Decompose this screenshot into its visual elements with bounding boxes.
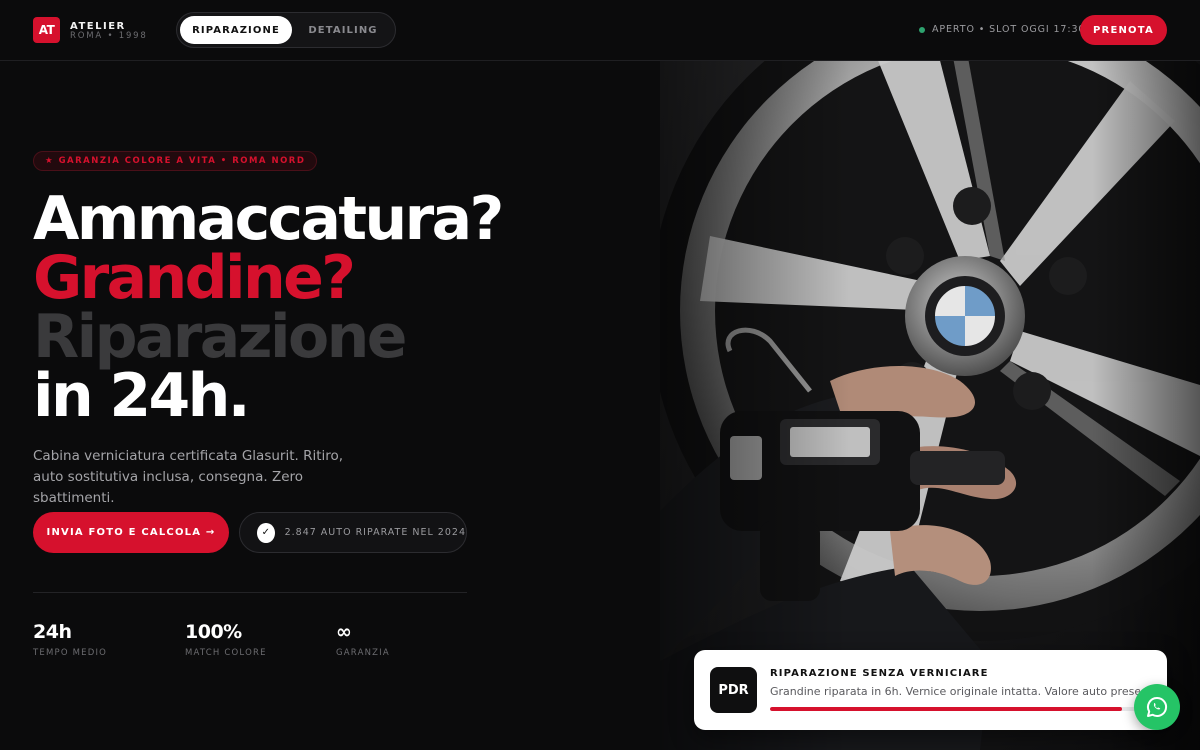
headline-line-4: in 24h. xyxy=(33,361,251,431)
brand-tagline: ROMA • 1998 xyxy=(70,31,148,41)
stat-match-colore: 100% MATCH COLORE xyxy=(185,620,267,658)
service-tabs: RIPARAZIONE DETAILING xyxy=(176,12,396,48)
stat-label: TEMPO MEDIO xyxy=(33,648,108,658)
card-title: RIPARAZIONE SENZA VERNICIARE xyxy=(770,668,989,679)
status-text: APERTO • SLOT OGGI 17:30 xyxy=(932,24,1086,35)
pdr-badge-icon: PDR xyxy=(710,667,757,713)
stat-tempo-medio: 24h TEMPO MEDIO xyxy=(33,620,107,658)
stats-divider xyxy=(33,592,467,593)
wheel-photo xyxy=(660,61,1200,750)
headline-line-3: Riparazione xyxy=(33,302,407,372)
card-progress-fill xyxy=(770,707,1122,711)
stat-label: MATCH COLORE xyxy=(185,648,267,658)
logo-mark[interactable]: AT xyxy=(33,17,60,43)
book-button[interactable]: PRENOTA xyxy=(1080,15,1167,45)
headline-line-2: Grandine? xyxy=(33,243,356,313)
opening-status: APERTO • SLOT OGGI 17:30 xyxy=(919,24,1085,35)
wheel-illustration xyxy=(660,61,1200,750)
headline-line-1: Ammaccatura? xyxy=(33,184,504,254)
check-icon: ✓ xyxy=(257,522,275,543)
pdr-info-card[interactable]: PDR RIPARAZIONE SENZA VERNICIARE Grandin… xyxy=(694,650,1167,730)
stat-label: GARANZIA xyxy=(336,648,390,658)
tab-riparazione[interactable]: RIPARAZIONE xyxy=(180,16,292,44)
stat-value: ∞ xyxy=(336,621,352,643)
chat-bubble-icon xyxy=(1147,696,1168,717)
whatsapp-icon[interactable] xyxy=(1134,684,1180,730)
card-progress-bar xyxy=(770,707,1140,711)
stat-value: 100% xyxy=(185,621,242,643)
guarantee-badge: ★ GARANZIA COLORE A VITA • ROMA NORD xyxy=(33,151,318,171)
tab-detailing[interactable]: DETAILING xyxy=(295,16,391,44)
social-proof-pill: ✓ 2.847 AUTO RIPARATE NEL 2024 xyxy=(239,512,467,553)
stat-garanzia: ∞ GARANZIA xyxy=(336,620,390,658)
hero-lead: Cabina verniciatura certificata Glasurit… xyxy=(33,448,344,506)
stat-value: 24h xyxy=(33,621,72,643)
card-text: Grandine riparata in 6h. Vernice origina… xyxy=(770,685,1140,698)
hero-headline: Ammaccatura? Grandine? Riparazione in 24… xyxy=(33,184,504,431)
status-dot-icon xyxy=(919,26,925,33)
top-header: AT ATELIER ROMA • 1998 RIPARAZIONE DETAI… xyxy=(0,0,1200,61)
send-photo-button[interactable]: INVIA FOTO E CALCOLA → xyxy=(33,512,229,553)
proof-text: 2.847 AUTO RIPARATE NEL 2024 xyxy=(284,527,466,538)
